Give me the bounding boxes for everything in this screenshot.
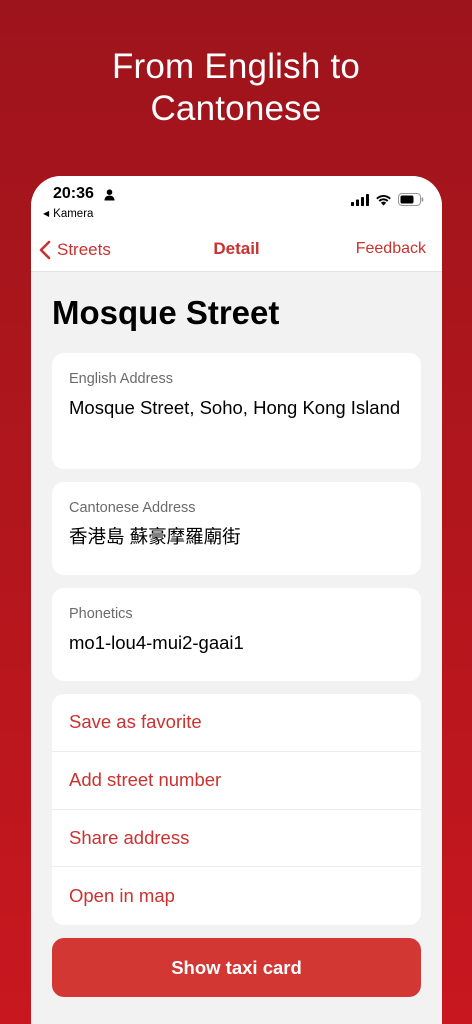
battery-icon: [398, 193, 424, 211]
back-app-label: Kamera: [53, 208, 94, 220]
actions-list: Save as favorite Add street number Share…: [52, 694, 421, 925]
cantonese-address-card: Cantonese Address 香港島 蘇豪摩羅廟街: [52, 482, 421, 575]
signal-icon: [351, 193, 369, 211]
phone-screen: 20:36 ◀ Kamera Streets Detail Feedback M…: [31, 176, 442, 1024]
phonetics-value: mo1-lou4-mui2-gaai1: [69, 632, 244, 653]
page-title: Mosque Street: [52, 294, 280, 331]
wifi-icon: [375, 193, 392, 211]
cantonese-address-label: Cantonese Address: [69, 500, 196, 516]
phonetics-card: Phonetics mo1-lou4-mui2-gaai1: [52, 588, 421, 681]
back-triangle-icon: ◀: [43, 209, 50, 218]
navigation-bar: Streets Detail Feedback: [31, 228, 442, 272]
status-icons: [351, 193, 424, 211]
english-address-value: Mosque Street, Soho, Hong Kong Island: [69, 397, 401, 418]
share-address-button[interactable]: Share address: [52, 810, 421, 868]
promo-headline-line2: Cantonese: [150, 89, 322, 128]
add-street-number-button[interactable]: Add street number: [52, 752, 421, 810]
back-to-app-link[interactable]: ◀ Kamera: [43, 208, 93, 220]
save-favorite-button[interactable]: Save as favorite: [52, 694, 421, 752]
english-address-card: English Address Mosque Street, Soho, Hon…: [52, 353, 421, 469]
open-in-map-button[interactable]: Open in map: [52, 867, 421, 925]
english-address-label: English Address: [69, 371, 173, 387]
status-time: 20:36: [53, 185, 94, 202]
status-bar: 20:36 ◀ Kamera: [31, 176, 442, 228]
promo-headline-line1: From English to: [111, 47, 361, 86]
phonetics-label: Phonetics: [69, 606, 133, 622]
person-icon: [104, 188, 115, 206]
cantonese-address-value: 香港島 蘇豪摩羅廟街: [69, 526, 241, 547]
feedback-button[interactable]: Feedback: [356, 240, 426, 258]
promo-headline: From English to Cantonese: [0, 46, 472, 130]
show-taxi-card-button[interactable]: Show taxi card: [52, 938, 421, 997]
